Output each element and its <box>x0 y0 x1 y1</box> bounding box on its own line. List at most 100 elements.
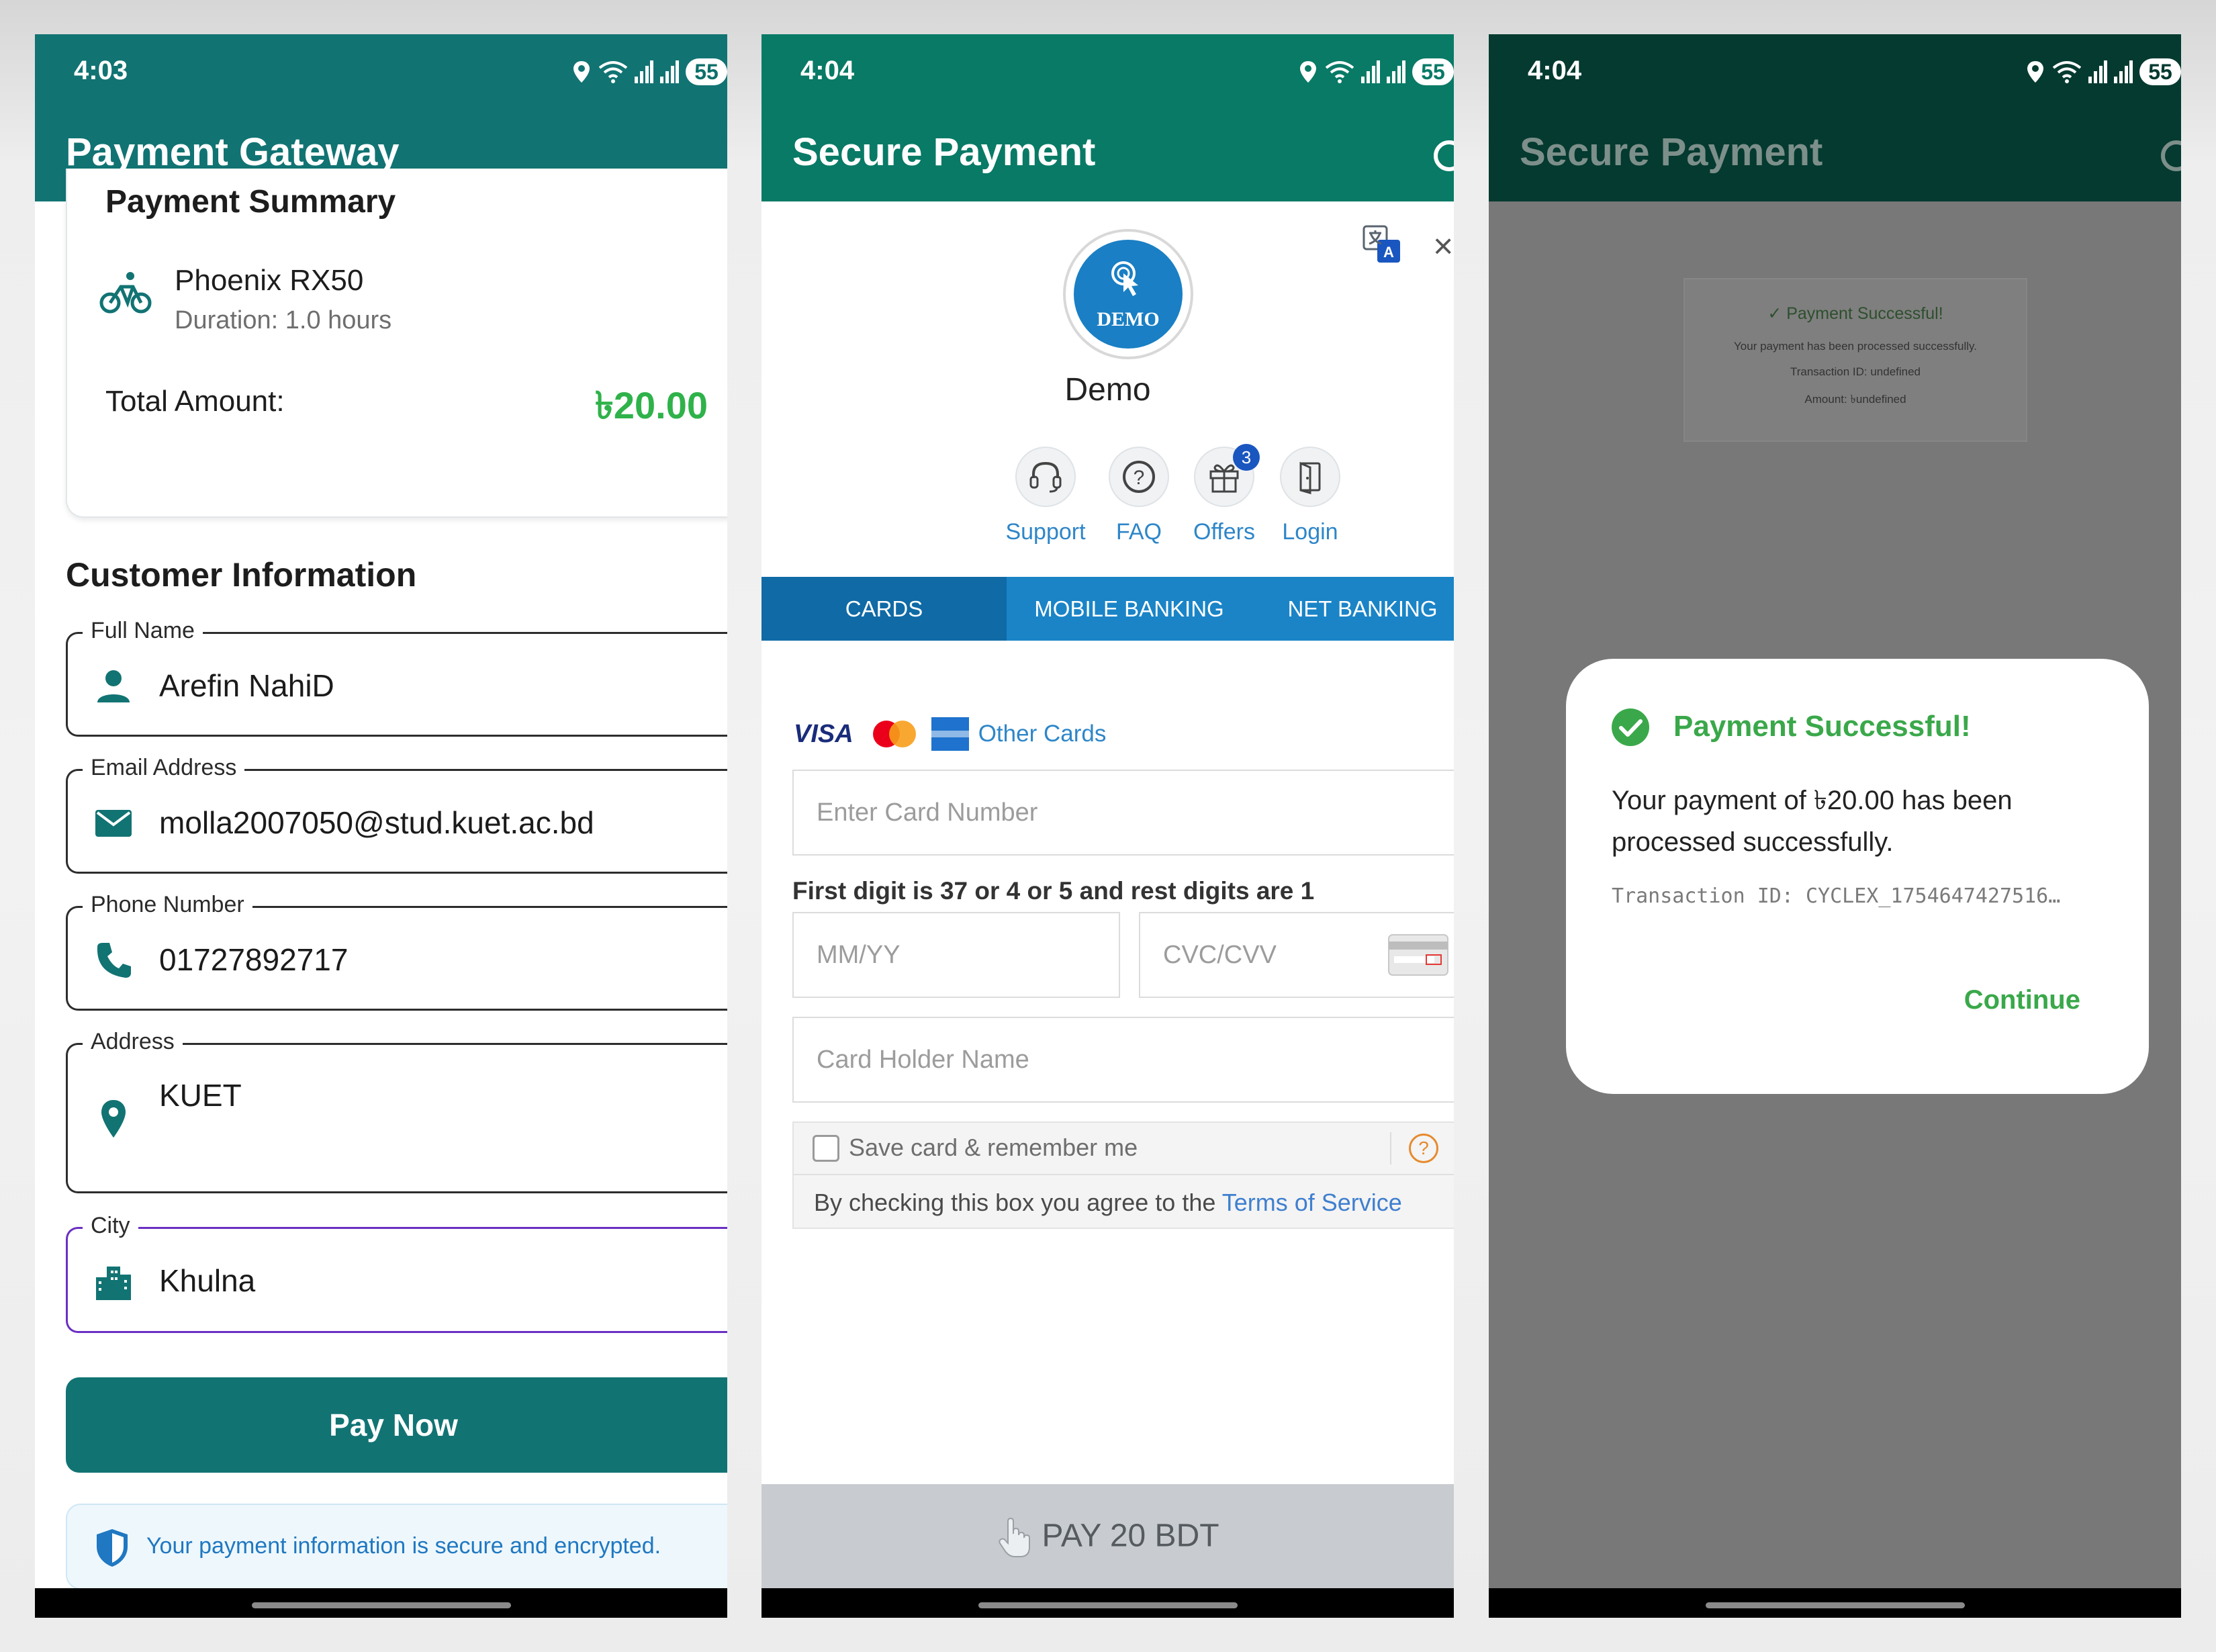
mastercard-logo <box>872 721 916 747</box>
payment-success-screen: 4:04 55 Secure Payment ✓ Payment Success… <box>1489 34 2181 1618</box>
terms-of-service-link[interactable]: Terms of Service <box>1222 1189 1402 1216</box>
full-name-field[interactable]: Full Name Arefin NahiD <box>66 618 727 737</box>
signal-icon-2 <box>2114 60 2133 83</box>
expiry-placeholder: MM/YY <box>817 941 901 969</box>
support-label: Support <box>1005 519 1086 545</box>
save-card-label[interactable]: Save card & remember me <box>849 1134 1138 1162</box>
customer-info-title: Customer Information <box>66 556 417 594</box>
pay-now-button[interactable]: Pay Now <box>66 1377 727 1473</box>
merchant-logo-text: DEMO <box>1097 308 1160 330</box>
pay-bar-label: PAY 20 BDT <box>1042 1518 1219 1554</box>
email-label: Email Address <box>83 755 245 781</box>
cvc-placeholder: CVC/CVV <box>1163 941 1277 969</box>
expiry-input[interactable]: MM/YY <box>792 912 1120 998</box>
save-card-checkbox[interactable] <box>813 1135 839 1162</box>
battery-badge: 55 <box>1412 58 1454 85</box>
dialog-message: Your payment of ৳20.00 has been processe… <box>1612 786 2013 857</box>
phone-field[interactable]: Phone Number 01727892717 <box>66 892 727 1011</box>
phone-icon <box>97 943 131 978</box>
status-time: 4:04 <box>1528 56 1582 85</box>
location-icon <box>2027 61 2043 83</box>
svg-text:A: A <box>1383 244 1394 261</box>
pay-bar-content: PAY 20 BDT <box>761 1516 1454 1559</box>
transaction-id: Transaction ID: CYCLEX_1754647427516… <box>1612 884 2061 908</box>
city-buildings-icon <box>96 1267 131 1300</box>
translate-icon[interactable]: A <box>1361 224 1403 265</box>
home-indicator[interactable] <box>978 1602 1238 1608</box>
city-field[interactable]: City Khulna <box>66 1213 727 1333</box>
card-holder-input[interactable]: Card Holder Name <box>792 1017 1454 1103</box>
merchant-name: Demo <box>761 371 1454 408</box>
background-result-line: Your payment has been processed successf… <box>1734 340 1977 353</box>
support-link[interactable]: Support <box>1002 447 1089 545</box>
merchant-name-text: Demo <box>1064 372 1151 408</box>
summary-title: Payment Summary <box>105 184 396 220</box>
offers-link[interactable]: 3 Offers <box>1181 444 1268 545</box>
payment-success-dialog: Payment Successful! Your payment of ৳20.… <box>1566 659 2149 1094</box>
address-field[interactable]: Address KUET <box>66 1029 727 1193</box>
terms-text: By checking this box you agree to the Te… <box>814 1189 1402 1217</box>
home-indicator[interactable] <box>251 1602 511 1608</box>
secure-note-text: Your payment information is secure and e… <box>146 1533 661 1559</box>
wifi-icon <box>2052 61 2082 83</box>
card-number-input[interactable]: Enter Card Number <box>792 770 1454 856</box>
signal-icon-2 <box>660 60 679 83</box>
app-bar: Secure Payment <box>761 108 1454 201</box>
signal-icon-2 <box>1387 60 1405 83</box>
other-cards-label[interactable]: Other Cards <box>978 721 1107 747</box>
headset-icon <box>1029 461 1062 493</box>
status-bar: 4:04 55 <box>1489 34 2181 108</box>
battery-badge: 55 <box>686 58 727 85</box>
status-bar: 4:03 55 <box>35 34 727 108</box>
status-time: 4:04 <box>800 56 855 85</box>
email-value: molla2007050@stud.kuet.ac.bd <box>159 805 594 840</box>
divider <box>794 1174 1454 1175</box>
refresh-icon[interactable] <box>1434 140 1454 171</box>
background-result-line: Amount: ৳undefined <box>1804 393 1906 406</box>
faq-circle: ? <box>1109 447 1169 507</box>
card-back-icon <box>1388 934 1448 976</box>
item-name: Phoenix RX50 <box>175 264 364 297</box>
home-indicator[interactable] <box>1705 1602 1965 1608</box>
email-icon <box>95 810 132 837</box>
amex-logo <box>931 717 969 751</box>
email-field[interactable]: Email Address molla2007050@stud.kuet.ac.… <box>66 755 727 874</box>
city-value: Khulna <box>159 1263 256 1298</box>
offers-label: Offers <box>1193 519 1255 545</box>
check-circle-icon <box>1612 708 1649 746</box>
card-holder-placeholder: Card Holder Name <box>817 1046 1029 1074</box>
pay-bdt-button[interactable]: PAY 20 BDT <box>761 1484 1454 1588</box>
signal-icon <box>1361 60 1380 83</box>
faq-link[interactable]: ? FAQ <box>1095 447 1183 545</box>
home-indicator-strip <box>761 1588 1454 1618</box>
support-circle <box>1015 447 1076 507</box>
close-icon[interactable]: × <box>1433 226 1453 267</box>
address-label: Address <box>83 1029 183 1055</box>
dialog-title: Payment Successful! <box>1673 710 1971 743</box>
tab-mobile-banking[interactable]: MOBILE BANKING <box>1007 577 1252 641</box>
tab-net-banking[interactable]: NET BANKING <box>1252 577 1454 641</box>
question-icon: ? <box>1123 461 1155 493</box>
background-result-title: ✓ Payment Successful! <box>1767 304 1943 323</box>
divider <box>1390 1132 1391 1164</box>
shield-icon <box>97 1529 128 1567</box>
tab-cards[interactable]: CARDS <box>761 577 1007 641</box>
total-amount: ৳20.00 <box>594 384 708 426</box>
card-number-placeholder: Enter Card Number <box>817 798 1038 827</box>
page-title: Secure Payment <box>792 130 1096 174</box>
city-label: City <box>83 1213 138 1239</box>
login-link[interactable]: Login <box>1266 447 1354 545</box>
continue-button[interactable]: Continue <box>1964 985 2080 1015</box>
cvc-input[interactable]: CVC/CVV <box>1139 912 1454 998</box>
card-form: VISA Other Cards Enter Card Number First… <box>761 641 1454 1518</box>
offers-badge: 3 <box>1233 444 1260 471</box>
app-bar: Secure Payment <box>1489 108 2181 201</box>
page-title: Secure Payment <box>1520 130 1823 174</box>
background-result-card: ✓ Payment Successful! Your payment has b… <box>1683 278 2027 442</box>
card-hint: First digit is 37 or 4 or 5 and rest dig… <box>792 877 1315 905</box>
tap-hand-icon <box>999 1517 1031 1557</box>
status-time: 4:03 <box>74 56 128 85</box>
battery-badge: 55 <box>2139 58 2181 85</box>
cursor-click-icon <box>1111 261 1138 296</box>
help-icon[interactable]: ? <box>1409 1134 1438 1163</box>
